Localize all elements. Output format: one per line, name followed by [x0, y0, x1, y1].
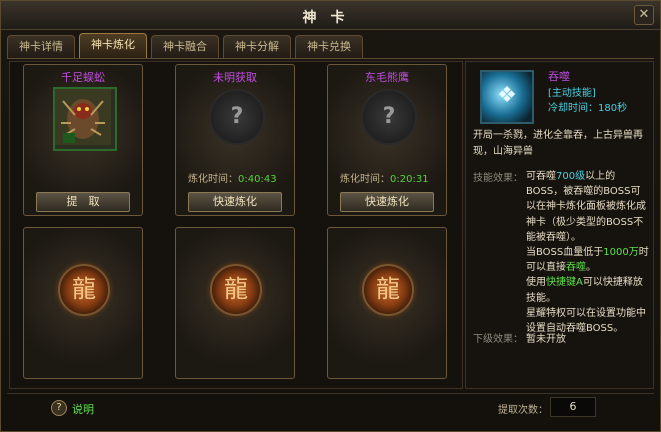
refine-slot-1[interactable]: 千足蜈蚣 提 取 — [23, 64, 143, 216]
skill-info-panel: ❖ 吞噬 [主动技能] 冷却时间：180秒 开局一杀戮，进化全靠吞，上古异兽再现… — [465, 61, 654, 389]
empty-slot-2[interactable]: 龍 — [175, 227, 295, 379]
effect-paragraph-1: 可吞噬700级以上的BOSS，被吞噬的BOSS可以在神卡炼化面板被炼化成神卡（极… — [526, 171, 646, 243]
quick-refine-button[interactable]: 快速炼化 — [188, 192, 282, 212]
refine-timer: 炼化时间：0:40:43 — [188, 170, 277, 185]
timer-label: 炼化时间： — [340, 174, 390, 185]
refine-slot-2[interactable]: 未明获取 ? 炼化时间：0:40:43 快速炼化 — [175, 64, 295, 216]
skill-cooldown: 冷却时间：180秒 — [548, 99, 627, 114]
window-title: 神卡 — [302, 10, 359, 26]
cooldown-label: 冷却时间： — [548, 103, 598, 114]
extract-count-value: 6 — [550, 397, 596, 417]
skill-intro: 开局一杀戮，进化全靠吞，上古异兽再现，山海异兽 — [473, 130, 643, 157]
dragon-seal-icon: 龍 — [58, 264, 110, 316]
shenka-window: 神卡 ✕ 神卡详情 神卡炼化 神卡融合 神卡分解 神卡兑换 千足蜈蚣 提 取 未… — [0, 0, 661, 432]
effect-paragraph-3: 使用快捷键A可以快捷释放技能。 — [526, 277, 643, 304]
skill-name: 吞噬 — [548, 70, 570, 83]
footer-divider — [7, 393, 654, 394]
effect-paragraph-2: 当BOSS血量低于1000万时可以直接吞噬。 — [526, 247, 649, 274]
slot-card-name: 东毛熊鹰 — [365, 71, 409, 84]
unknown-card-icon: ? — [361, 89, 417, 145]
extract-count-label: 提取次数： — [498, 405, 548, 416]
devour-skill-icon[interactable]: ❖ — [480, 70, 534, 124]
centipede-card-icon — [55, 89, 111, 145]
timer-value: 0:40:43 — [238, 174, 277, 185]
refine-slot-3[interactable]: 东毛熊鹰 ? 炼化时间：0:20:31 快速炼化 — [327, 64, 447, 216]
tab-divider — [7, 58, 654, 59]
tab-card-fusion[interactable]: 神卡融合 — [151, 35, 219, 58]
extract-button[interactable]: 提 取 — [36, 192, 130, 212]
slot-card-name: 未明获取 — [213, 71, 257, 84]
title-bar[interactable]: 神卡 ✕ — [1, 1, 660, 30]
cooldown-value: 180秒 — [598, 103, 628, 114]
tab-card-details[interactable]: 神卡详情 — [7, 35, 75, 58]
refine-timer: 炼化时间：0:20:31 — [340, 170, 429, 185]
empty-slot-1[interactable]: 龍 — [23, 227, 143, 379]
refine-slots-panel: 千足蜈蚣 提 取 未明获取 ? 炼化时间：0:40:43 快速炼化 东毛熊鹰 ?… — [9, 61, 463, 389]
timer-label: 炼化时间： — [188, 174, 238, 185]
dragon-seal-icon: 龍 — [210, 264, 262, 316]
close-button[interactable]: ✕ — [634, 5, 654, 25]
help-icon[interactable]: ? — [51, 400, 67, 416]
effect-description: 可吞噬700级以上的BOSS，被吞噬的BOSS可以在神卡炼化面板被炼化成神卡（极… — [526, 169, 650, 336]
help-link[interactable]: 说明 — [72, 401, 94, 417]
next-level-value: 暂未开放 — [526, 334, 566, 345]
unknown-card-icon: ? — [209, 89, 265, 145]
tab-card-decompose[interactable]: 神卡分解 — [223, 35, 291, 58]
empty-slot-3[interactable]: 龍 — [327, 227, 447, 379]
card-portrait[interactable] — [53, 87, 117, 151]
effect-label: 技能效果： — [473, 173, 523, 184]
tab-card-exchange[interactable]: 神卡兑换 — [295, 35, 363, 58]
timer-value: 0:20:31 — [390, 174, 429, 185]
tab-card-refine[interactable]: 神卡炼化 — [79, 33, 147, 58]
dragon-seal-icon: 龍 — [362, 264, 414, 316]
next-level-label: 下级效果： — [473, 334, 523, 345]
slot-card-name: 千足蜈蚣 — [61, 71, 105, 84]
quick-refine-button[interactable]: 快速炼化 — [340, 192, 434, 212]
skill-type: [主动技能] — [548, 88, 596, 99]
